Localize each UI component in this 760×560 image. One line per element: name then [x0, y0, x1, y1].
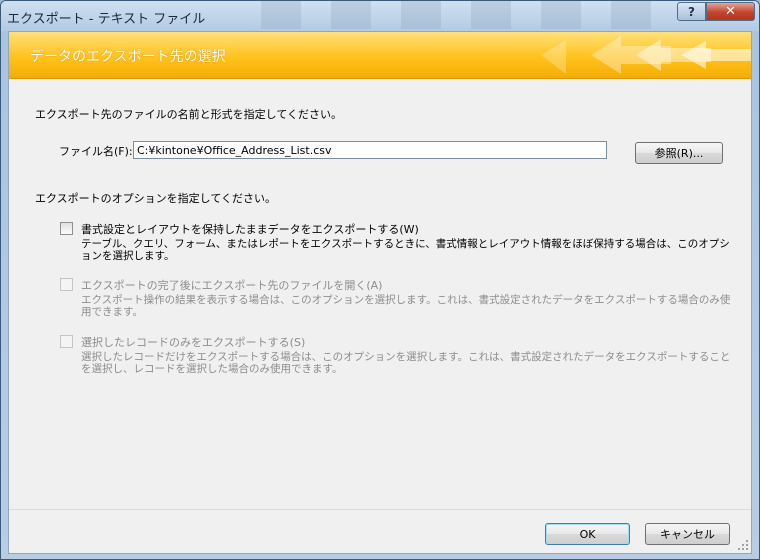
selected-records-description: 選択したレコードだけをエクスポートする場合は、このオプションを選択します。これは…	[81, 351, 731, 375]
resize-grip-icon[interactable]	[737, 539, 749, 551]
selected-records-label[interactable]: 選択したレコードのみをエクスポートする(S)	[81, 334, 305, 350]
help-icon: ?	[688, 4, 695, 19]
browse-button[interactable]: 参照(R)...	[635, 142, 723, 164]
dialog-body: データのエクスポート先の選択 エクスポート先のファイルの名前と形式を指定してくだ…	[8, 31, 752, 554]
help-button[interactable]: ?	[677, 2, 706, 21]
keep-format-description: テーブル、クエリ、フォーム、またはレポートをエクスポートするときに、書式情報とレ…	[81, 238, 730, 262]
title-bar[interactable]: エクスポート - テキスト ファイル ? ✕	[1, 1, 759, 31]
footer-divider	[9, 509, 751, 510]
banner-title: データのエクスポート先の選択	[30, 49, 226, 65]
open-after-export-label[interactable]: エクスポートの完了後にエクスポート先のファイルを開く(A)	[81, 277, 382, 293]
options-instruction: エクスポートのオプションを指定してください。	[35, 192, 277, 205]
header-banner: データのエクスポート先の選択	[9, 32, 751, 79]
export-dialog-window: エクスポート - テキスト ファイル ? ✕ データのエクスポート先の選択 エク…	[0, 0, 760, 560]
file-instruction: エクスポート先のファイルの名前と形式を指定してください。	[35, 108, 343, 121]
close-button[interactable]: ✕	[706, 2, 755, 21]
open-after-export-checkbox[interactable]	[60, 278, 73, 291]
window-title: エクスポート - テキスト ファイル	[7, 12, 206, 27]
cancel-button[interactable]: キャンセル	[645, 523, 730, 545]
file-name-input[interactable]	[133, 141, 607, 159]
close-icon: ✕	[725, 4, 736, 19]
background-ghost	[261, 1, 681, 29]
keep-format-checkbox[interactable]	[60, 222, 73, 235]
banner-arrows-icon	[541, 36, 751, 74]
open-after-export-description: エクスポート操作の結果を表示する場合は、このオプションを選択します。これは、書式…	[81, 294, 731, 318]
keep-format-label[interactable]: 書式設定とレイアウトを保持したままデータをエクスポートする(W)	[81, 221, 419, 237]
ok-button[interactable]: OK	[545, 523, 630, 545]
file-name-label: ファイル名(F):	[59, 145, 133, 158]
selected-records-checkbox[interactable]	[60, 335, 73, 348]
